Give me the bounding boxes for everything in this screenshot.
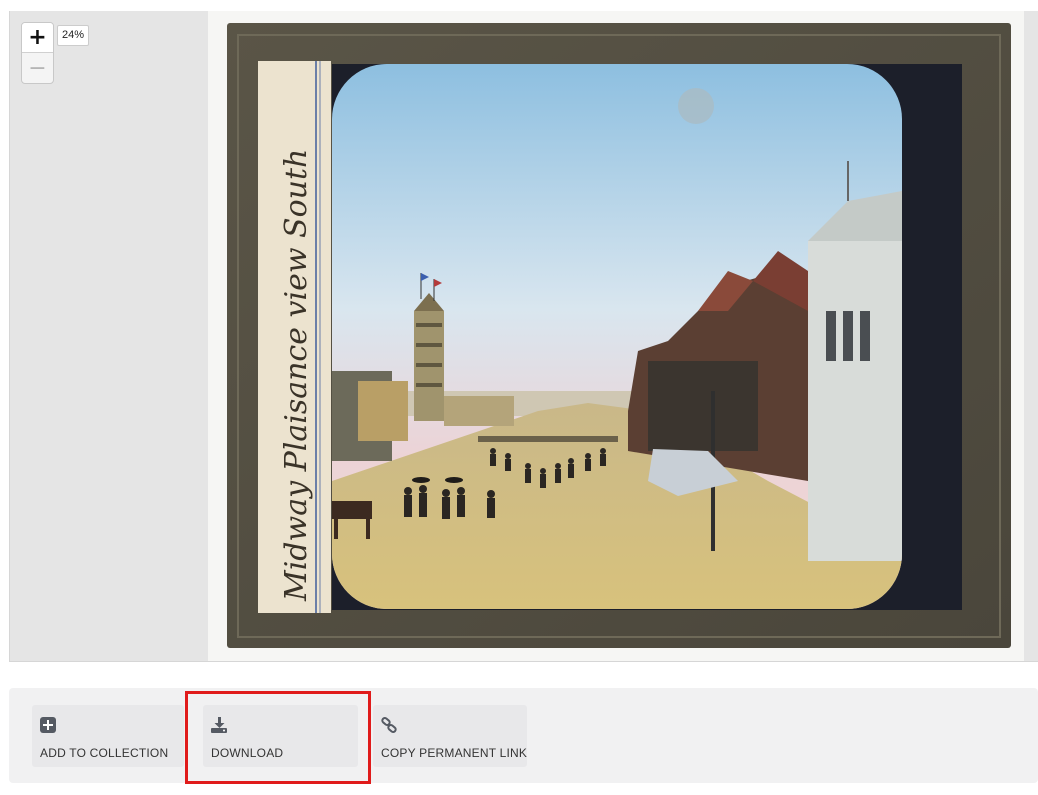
- slide-handwritten-caption: Midway Plaisance view South: [279, 149, 314, 602]
- plus-square-icon: [40, 717, 56, 733]
- zoom-level-indicator: 24%: [57, 25, 90, 46]
- action-toolbar: ADD TO COLLECTION DOWNLOAD COPY PERMANEN…: [9, 688, 1038, 783]
- slide-image[interactable]: Midway Plaisance view South: [208, 11, 1024, 661]
- download-button[interactable]: DOWNLOAD: [203, 705, 358, 767]
- link-icon: [381, 717, 397, 733]
- lantern-slide-picture: Midway Plaisance view South: [227, 23, 1011, 648]
- image-viewer[interactable]: + − 24% Midway Plaisance view South: [9, 11, 1038, 662]
- zoom-in-button[interactable]: +: [22, 23, 53, 53]
- zoom-out-button[interactable]: −: [22, 53, 53, 83]
- copy-permanent-link-button[interactable]: COPY PERMANENT LINK: [373, 705, 527, 767]
- add-to-collection-label: ADD TO COLLECTION: [40, 746, 169, 760]
- copy-permanent-link-label: COPY PERMANENT LINK: [381, 746, 528, 760]
- zoom-controls: + −: [21, 22, 54, 84]
- download-icon: [211, 717, 227, 733]
- download-label: DOWNLOAD: [211, 746, 284, 760]
- add-to-collection-button[interactable]: ADD TO COLLECTION: [32, 705, 184, 767]
